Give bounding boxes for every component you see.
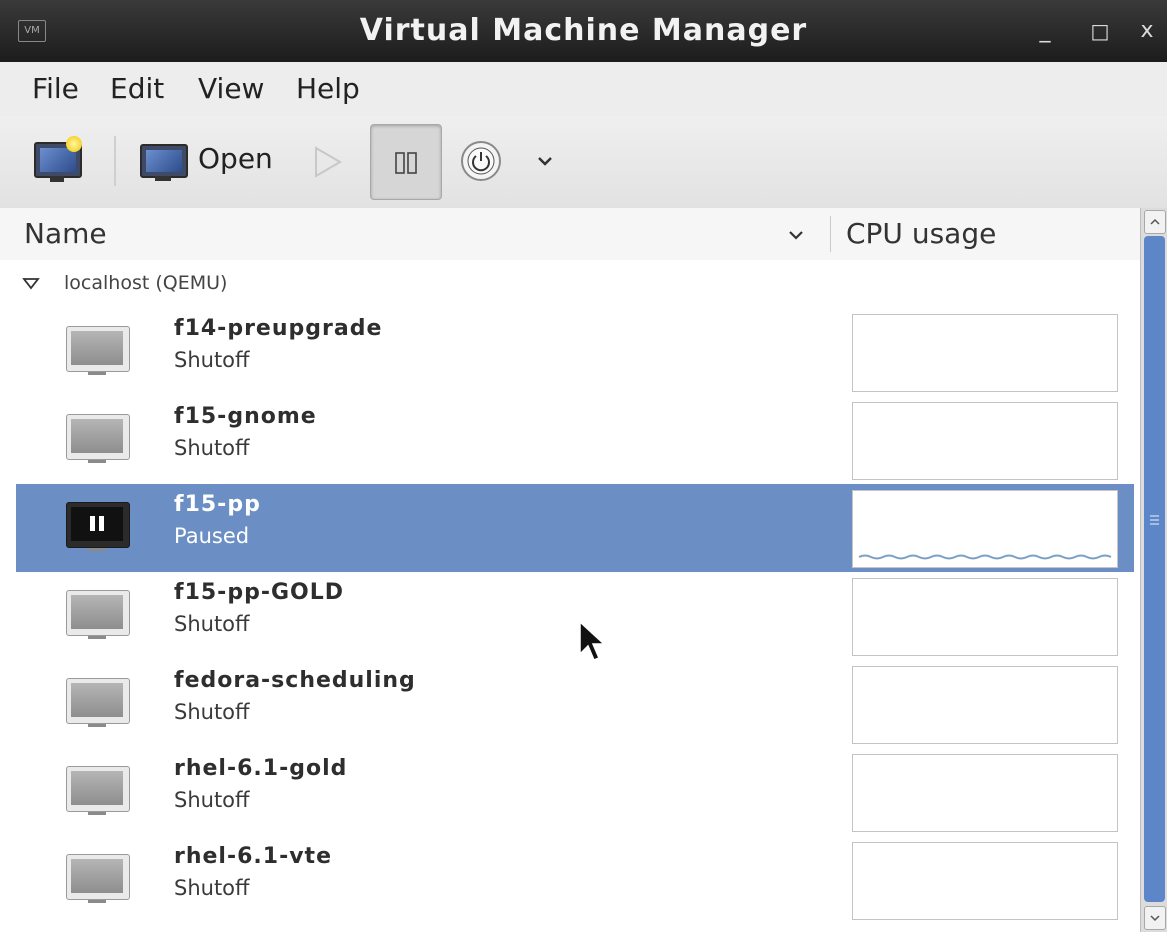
vm-shutoff-icon: [66, 678, 130, 728]
vm-row[interactable]: f14-preupgrade Shutoff: [16, 308, 1134, 396]
vm-state: Paused: [174, 524, 250, 548]
column-headers: Name CPU usage: [0, 208, 1140, 261]
vm-row[interactable]: rhel-6.1-gold Shutoff: [16, 748, 1134, 836]
vm-shutoff-icon: [66, 766, 130, 816]
column-header-name[interactable]: Name: [24, 208, 107, 260]
connection-label: localhost (QEMU): [64, 272, 228, 294]
close-button[interactable]: x: [1132, 12, 1162, 50]
column-header-cpu-usage[interactable]: CPU usage: [846, 208, 996, 260]
vm-name: fedora-scheduling: [174, 668, 416, 693]
toolbar-separator: [114, 136, 116, 186]
connection-row[interactable]: localhost (QEMU): [0, 260, 1140, 310]
vm-row-selected[interactable]: f15-pp Paused: [16, 484, 1134, 572]
cpu-usage-graph: [852, 578, 1118, 656]
vm-row[interactable]: f15-gnome Shutoff: [16, 396, 1134, 484]
window-title: Virtual Machine Manager: [359, 13, 808, 48]
shutdown-button[interactable]: [456, 134, 506, 188]
cpu-usage-graph: [852, 666, 1118, 744]
vm-shutoff-icon: [66, 854, 130, 904]
expander-down-icon[interactable]: [22, 276, 42, 292]
vm-name: rhel-6.1-gold: [174, 756, 348, 781]
title-bar: VM Virtual Machine Manager _ □ x: [0, 0, 1167, 62]
cpu-usage-graph: [852, 402, 1118, 480]
vm-state: Shutoff: [174, 700, 250, 724]
shutdown-menu-button[interactable]: [528, 146, 562, 176]
pause-button[interactable]: [370, 124, 442, 200]
run-icon: [315, 146, 342, 178]
vm-name: f15-gnome: [174, 404, 317, 429]
minimize-button[interactable]: _: [1030, 12, 1060, 50]
vm-list[interactable]: localhost (QEMU) f14-preupgrade Shutoff …: [0, 260, 1140, 932]
new-vm-button[interactable]: [30, 136, 90, 186]
column-divider: [830, 216, 831, 252]
vm-shutoff-icon: [66, 326, 130, 376]
vm-paused-icon: [66, 502, 130, 552]
vertical-scrollbar[interactable]: [1140, 208, 1167, 932]
open-label: Open: [198, 142, 273, 175]
chevron-down-icon: [1150, 915, 1160, 922]
chevron-up-icon: [1150, 218, 1160, 225]
vm-state: Shutoff: [174, 788, 250, 812]
vm-shutoff-icon: [66, 590, 130, 640]
menu-bar: File Edit View Help: [0, 62, 1167, 116]
menu-help[interactable]: Help: [296, 62, 360, 116]
grip-icon: [1150, 515, 1159, 525]
vm-name: f15-pp: [174, 492, 261, 517]
run-button[interactable]: [308, 140, 348, 184]
cpu-usage-graph: [852, 754, 1118, 832]
open-button[interactable]: Open: [136, 136, 286, 186]
vm-shutoff-icon: [66, 414, 130, 464]
scroll-up-button[interactable]: [1144, 210, 1166, 234]
vm-state: Shutoff: [174, 436, 250, 460]
vm-name: rhel-6.1-vte: [174, 844, 332, 869]
vm-row[interactable]: f15-pp-GOLD Shutoff: [16, 572, 1134, 660]
vm-state: Shutoff: [174, 876, 250, 900]
chevron-down-icon: [538, 157, 552, 166]
mouse-pointer-icon: [579, 620, 606, 661]
column-sort-chevron-icon[interactable]: [784, 224, 808, 244]
vm-state: Shutoff: [174, 612, 250, 636]
menu-edit[interactable]: Edit: [110, 62, 164, 116]
scroll-down-button[interactable]: [1144, 906, 1166, 930]
vm-state: Shutoff: [174, 348, 250, 372]
vm-name: f14-preupgrade: [174, 316, 383, 341]
maximize-button[interactable]: □: [1085, 12, 1115, 50]
pause-icon: [395, 152, 417, 174]
cpu-usage-graph: [852, 314, 1118, 392]
cpu-usage-graph: [852, 490, 1118, 568]
vm-name: f15-pp-GOLD: [174, 580, 344, 605]
vm-row[interactable]: rhel-6.1-vte Shutoff: [16, 836, 1134, 924]
shutdown-icon: [461, 141, 501, 181]
toolbar: Open: [0, 116, 1167, 209]
menu-view[interactable]: View: [198, 62, 264, 116]
vm-row[interactable]: fedora-scheduling Shutoff: [16, 660, 1134, 748]
scrollbar-thumb[interactable]: [1144, 236, 1165, 902]
cpu-usage-line: [858, 554, 1112, 560]
cpu-usage-graph: [852, 842, 1118, 920]
menu-file[interactable]: File: [32, 62, 79, 116]
